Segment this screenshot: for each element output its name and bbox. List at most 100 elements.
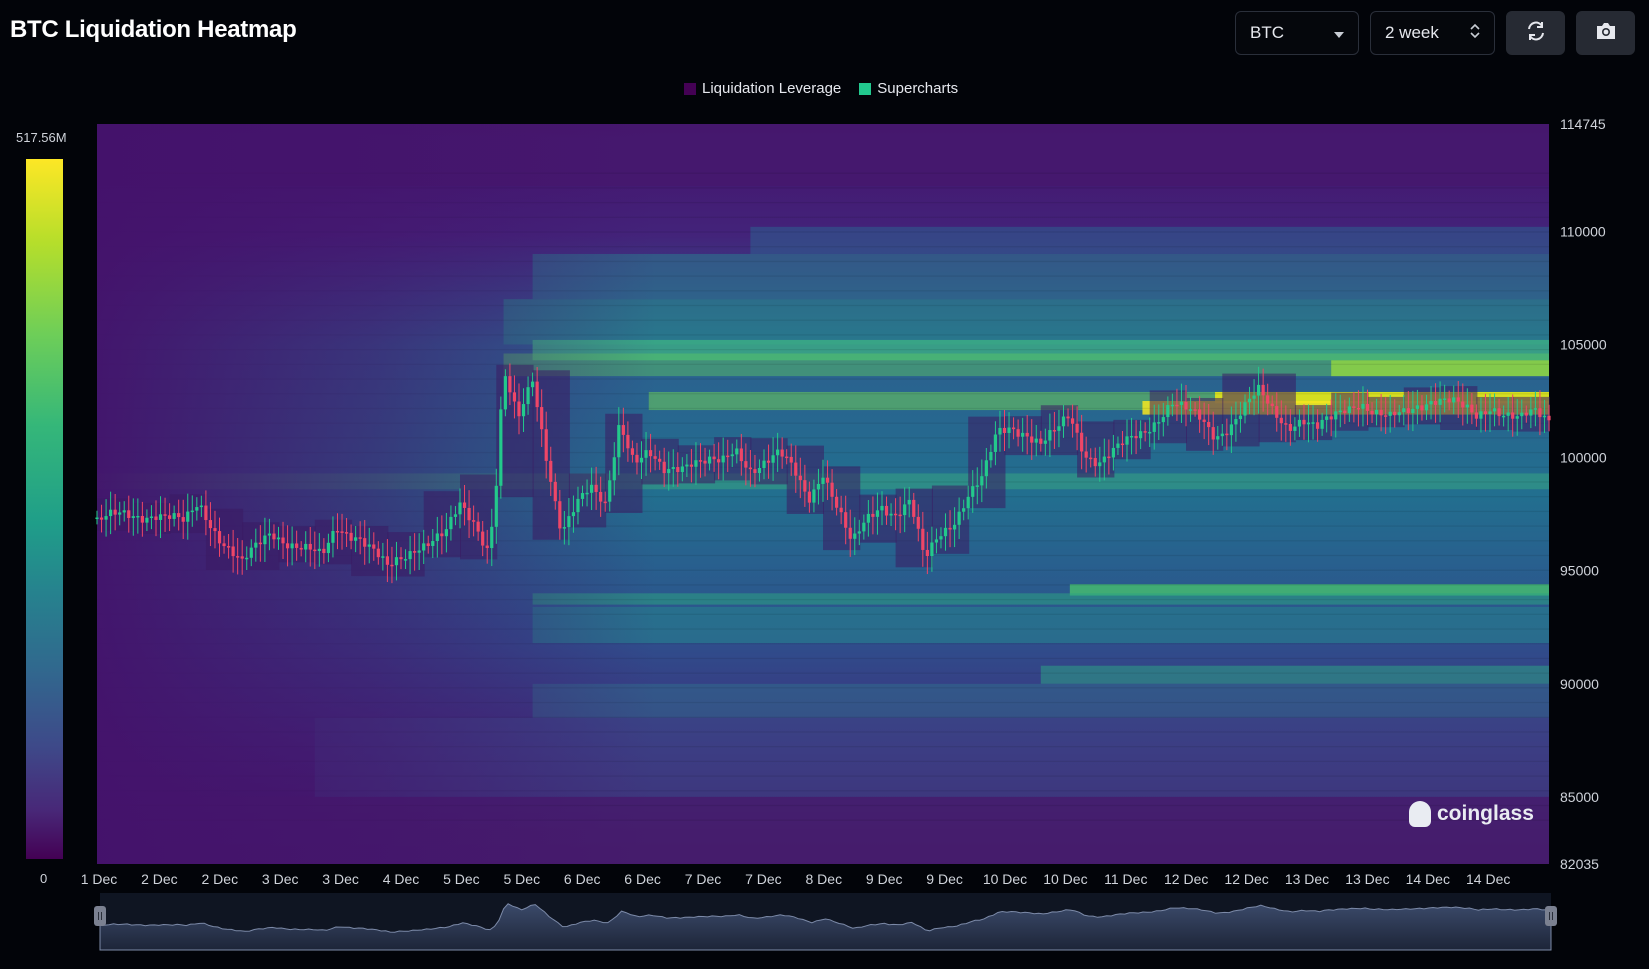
price-candle: [830, 482, 834, 497]
scroller-right-handle[interactable]: [1545, 906, 1557, 926]
x-tick-label: 12 Dec: [1164, 871, 1208, 887]
price-candle: [540, 407, 544, 430]
price-candle: [757, 467, 762, 474]
price-candle: [372, 544, 376, 549]
price-candle: [794, 462, 798, 476]
price-candle: [821, 477, 825, 484]
price-candle: [240, 556, 244, 559]
price-candle: [458, 502, 462, 515]
price-candle: [1098, 462, 1102, 467]
price-candle: [517, 401, 521, 417]
liquidation-heatmap-chart[interactable]: 114745 110000 105000 100000 95000 90000 85000 8…: [0, 0, 1649, 969]
scroller-left-handle[interactable]: [94, 906, 106, 926]
price-candle: [671, 467, 675, 470]
price-candle: [898, 514, 902, 517]
price-candle: [263, 535, 267, 545]
price-candle: [1052, 430, 1057, 432]
price-candle: [1030, 436, 1034, 443]
price-candle: [177, 513, 181, 518]
price-candle: [449, 516, 453, 530]
price-candle: [1034, 438, 1038, 443]
price-candle: [866, 513, 870, 523]
price-candle: [140, 515, 144, 523]
price-candle: [1043, 440, 1047, 444]
price-candle: [1211, 427, 1215, 440]
price-candle: [812, 489, 816, 503]
price-candle: [1411, 408, 1415, 414]
price-candle: [626, 434, 630, 449]
price-candle: [281, 537, 285, 544]
price-candle: [435, 533, 439, 542]
price-candle: [1243, 402, 1247, 416]
price-candle: [1297, 419, 1302, 427]
range-scroller[interactable]: [94, 893, 1557, 951]
price-candle: [707, 456, 712, 464]
price-candle: [1433, 401, 1438, 405]
price-candle: [1025, 432, 1029, 437]
price-candle: [571, 512, 576, 517]
price-candle: [648, 450, 653, 457]
price-candle: [658, 458, 662, 462]
price-candle: [485, 545, 489, 549]
price-candle: [95, 517, 99, 520]
price-candle: [1089, 457, 1093, 460]
price-candle: [190, 510, 194, 513]
price-candle: [1120, 443, 1125, 446]
price-candle: [1279, 417, 1283, 424]
price-candle: [1479, 411, 1483, 419]
price-candle: [403, 559, 408, 561]
price-candle: [1179, 401, 1184, 405]
price-candle: [122, 510, 126, 513]
price-candle: [585, 492, 589, 495]
price-candle: [236, 556, 240, 558]
price-candle: [1148, 431, 1152, 434]
price-candle: [753, 469, 757, 474]
coinglass-watermark: coinglass: [1409, 801, 1534, 827]
price-candle: [1388, 411, 1392, 416]
price-candle: [612, 457, 616, 481]
price-candle: [1474, 412, 1478, 419]
price-candle: [1066, 416, 1070, 419]
price-candle: [580, 493, 585, 499]
price-candle: [726, 455, 730, 458]
price-candle: [195, 507, 199, 511]
price-candle: [1161, 417, 1165, 423]
price-candle: [1061, 416, 1066, 427]
price-candle: [1284, 423, 1288, 425]
x-tick-label: 3 Dec: [262, 871, 299, 887]
price-candle: [1125, 436, 1129, 445]
price-candle: [857, 531, 861, 534]
x-tick-label: 14 Dec: [1466, 871, 1510, 887]
price-candle: [798, 475, 802, 481]
price-candle: [481, 531, 485, 546]
price-candle: [1257, 384, 1261, 396]
price-candle: [907, 499, 911, 505]
price-candle: [1352, 406, 1356, 408]
coinglass-logo-icon: [1409, 801, 1431, 827]
price-candle: [553, 481, 557, 502]
price-candle: [326, 542, 331, 554]
price-candle: [853, 533, 857, 539]
watermark-text: coinglass: [1437, 802, 1534, 825]
price-candle: [962, 508, 966, 512]
price-candle: [1511, 412, 1515, 419]
price-candle: [549, 460, 553, 482]
price-candle: [1238, 415, 1243, 420]
price-candle: [1533, 408, 1537, 410]
price-candle: [1502, 415, 1506, 418]
price-candle: [1198, 409, 1202, 420]
price-candle: [467, 507, 471, 521]
price-candle: [712, 456, 716, 460]
price-candle: [825, 477, 830, 483]
price-candle: [916, 516, 920, 529]
price-candle: [145, 517, 149, 523]
price-candle: [608, 480, 612, 502]
price-candle: [934, 539, 939, 543]
price-candle: [113, 509, 117, 515]
price-candle: [385, 556, 389, 565]
price-candle: [1225, 433, 1229, 436]
price-candle: [426, 543, 430, 546]
price-candle: [667, 469, 671, 474]
price-candle: [1188, 409, 1193, 411]
price-candle: [1452, 397, 1456, 403]
